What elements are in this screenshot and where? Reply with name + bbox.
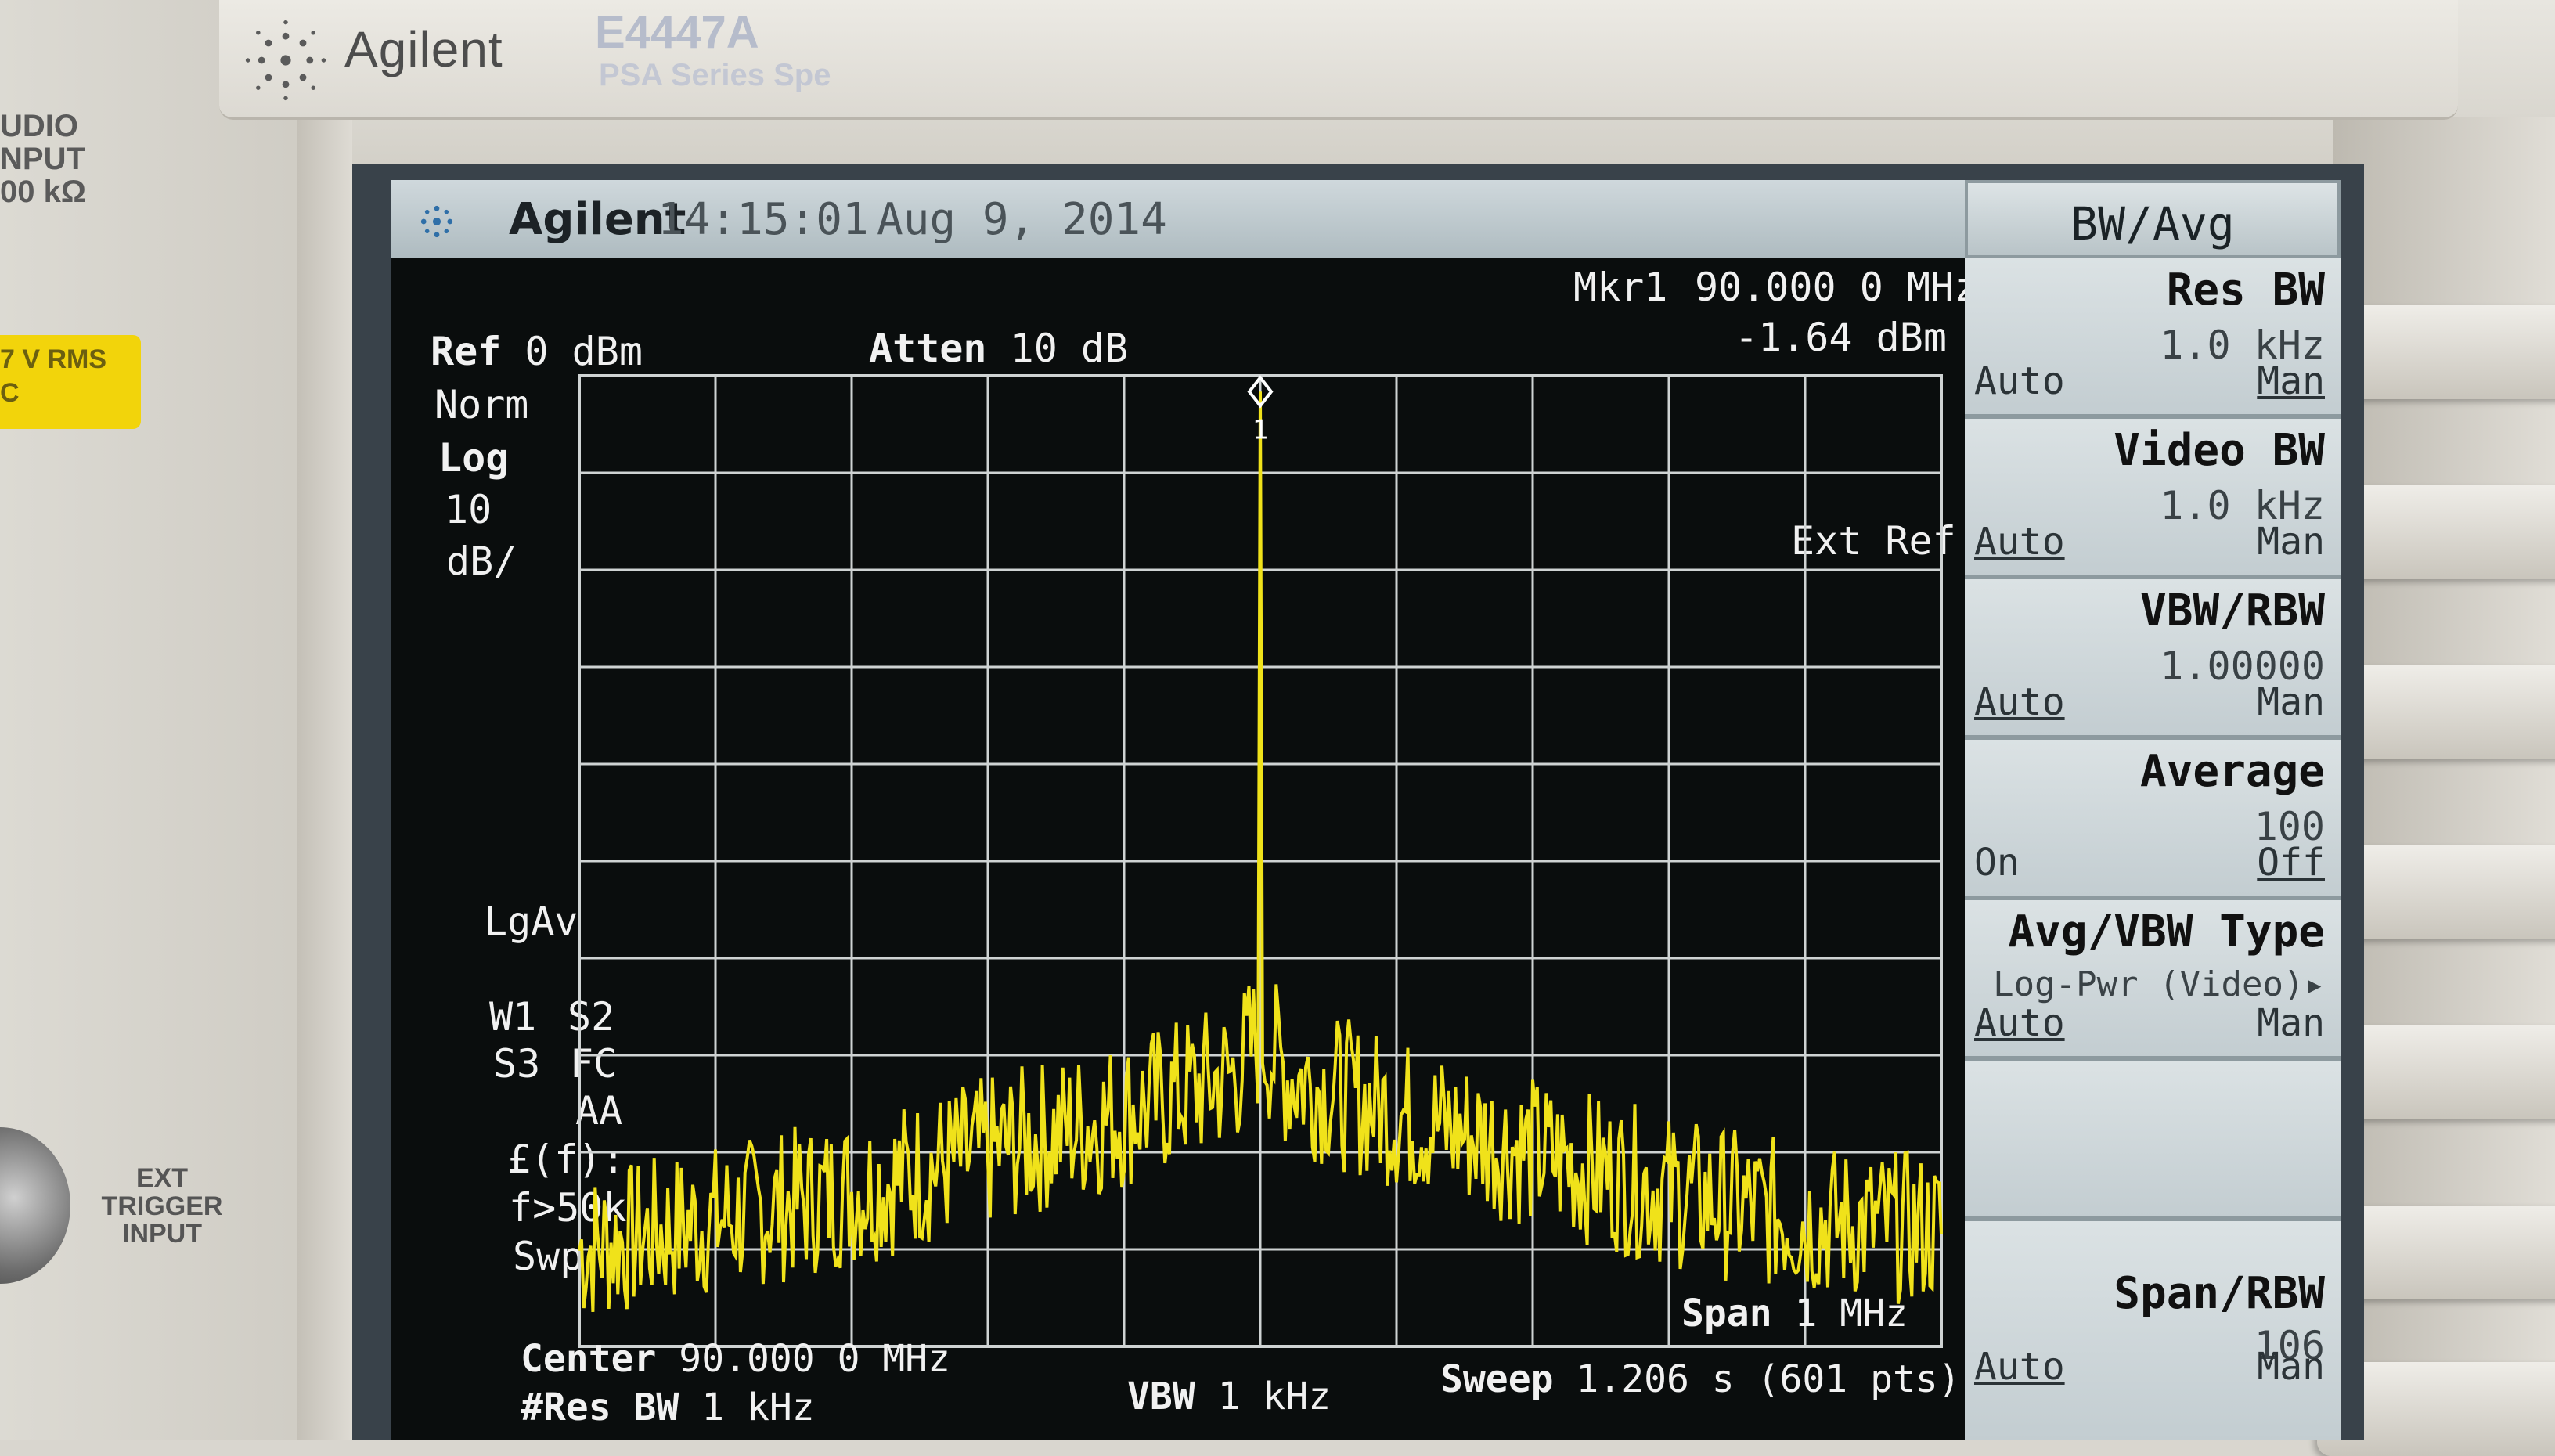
softkey-panel: BW/Avg Res BW 1.0 kHz Auto Man Video BW … [1965, 180, 2341, 1440]
softkey-option-right: Man [2257, 1001, 2325, 1045]
sweep-label: Sweep [1440, 1357, 1554, 1401]
softkey-menu-title: BW/Avg [1965, 180, 2341, 258]
agilent-spark-icon [420, 205, 453, 238]
screen-date: Aug 9, 2014 [877, 194, 1167, 245]
softkey-option-right: Man [2257, 680, 2325, 724]
vbw-label: VBW [1127, 1375, 1195, 1418]
trace-s3: S3 [493, 1041, 541, 1087]
softkey-option-left: Auto [1974, 1345, 2065, 1389]
bezel-model-number: E4447A [595, 7, 759, 58]
softkey-menu-title-text: BW/Avg [2070, 197, 2235, 250]
avg-type-lgav: LgAv [484, 899, 578, 944]
softkey-video-bw[interactable]: Video BW 1.0 kHz Auto Man [1965, 419, 2341, 579]
resbw-label: #Res BW [521, 1386, 679, 1429]
span-readout: Span 1 MHz [1681, 1292, 1908, 1335]
scale-value: 10 [445, 487, 492, 532]
softkey-option-left: Auto [1974, 359, 2065, 403]
scale-type-log: Log [438, 435, 510, 481]
softkey-label: Average [2139, 746, 2325, 797]
softkey-option-left: Auto [1974, 520, 2065, 564]
agilent-logo-icon [245, 20, 326, 101]
audio-input-label: UDIO NPUT 00 kΩ [0, 109, 86, 209]
rms-warning-label: 7 V RMS C [0, 344, 107, 408]
attenuation-label: Atten [869, 326, 987, 371]
attenuation: Atten 10 dB [869, 326, 1128, 371]
marker-amplitude: -1.64 dBm [1735, 315, 1947, 360]
span-label: Span [1681, 1292, 1772, 1335]
center-value: 90.000 0 MHz [679, 1337, 951, 1381]
sweep-value: 1.206 s (601 pts) [1576, 1357, 1961, 1401]
instrument-left-strip [297, 117, 352, 1440]
spectrum-plot-svg: 1 [578, 374, 1943, 1348]
ref-level: Ref 0 dBm [431, 329, 643, 374]
bezel-model-series: PSA Series Spe [599, 58, 831, 92]
span-value: 1 MHz [1794, 1292, 1908, 1335]
softkey-option-left: Auto [1974, 1001, 2065, 1045]
resbw-value: 1 kHz [701, 1386, 815, 1429]
softkey-option-right: Man [2257, 1345, 2325, 1389]
ref-level-label: Ref [431, 329, 502, 374]
trace-w1: W1 [489, 994, 537, 1040]
brand-plate [219, 0, 2458, 120]
softkey-label: Video BW [2114, 425, 2325, 476]
center-readout: Center 90.000 0 MHz [521, 1337, 950, 1381]
bezel-brand-name: Agilent [344, 21, 503, 77]
resbw-readout: #Res BW 1 kHz [521, 1386, 815, 1429]
screen-time: 14:15:01 [658, 194, 869, 245]
detector-norm: Norm [434, 382, 529, 427]
marker-number: 1 [1252, 414, 1268, 445]
softkey-vbw-rbw[interactable]: VBW/RBW 1.00000 Auto Man [1965, 579, 2341, 740]
softkey-avg-vbw-type[interactable]: Avg/VBW Type Log-Pwr (Video)▸ Auto Man [1965, 900, 2341, 1061]
softkey-average[interactable]: Average 100 On Off [1965, 740, 2341, 900]
softkey-option-right: Man [2257, 520, 2325, 564]
softkey-label: Res BW [2166, 265, 2325, 315]
vbw-readout: VBW 1 kHz [1127, 1375, 1331, 1418]
softkey-label: VBW/RBW [2139, 586, 2325, 636]
vbw-value: 1 kHz [1217, 1375, 1332, 1418]
softkey-option-right: Off [2257, 841, 2325, 885]
analyzer-screen: Agilent 14:15:01 Aug 9, 2014 Mkr1 90.000… [391, 180, 2341, 1440]
center-label: Center [521, 1337, 657, 1381]
marker-label: Mkr1 [1573, 265, 1668, 310]
scale-unit: dB/ [446, 539, 517, 584]
softkey-label: Span/RBW [2114, 1268, 2325, 1319]
ext-trigger-label: EXT TRIGGER INPUT [101, 1163, 223, 1249]
sweep-swp: Swp [513, 1234, 584, 1279]
softkey-res-bw[interactable]: Res BW 1.0 kHz Auto Man [1965, 258, 2341, 419]
marker-frequency: 90.000 0 MHz [1695, 265, 1978, 310]
softkey-option-left: Auto [1974, 680, 2065, 724]
softkey-option-right: Man [2257, 359, 2325, 403]
softkey-option-left: On [1974, 841, 2020, 885]
title-bar: Agilent 14:15:01 Aug 9, 2014 [391, 180, 1965, 258]
softkey-blank[interactable] [1965, 1061, 2341, 1221]
spectrum-plot[interactable]: 1 [578, 374, 1943, 1348]
softkey-label: Avg/VBW Type [2008, 906, 2325, 957]
attenuation-value: 10 dB [1010, 326, 1129, 371]
ref-level-value: 0 dBm [524, 329, 643, 374]
softkey-span-rbw[interactable]: Span/RBW 106 Auto Man [1965, 1221, 2341, 1440]
sweep-readout: Sweep 1.206 s (601 pts) [1440, 1357, 1961, 1401]
softkey-value: Log-Pwr (Video)▸ [1993, 964, 2325, 1004]
